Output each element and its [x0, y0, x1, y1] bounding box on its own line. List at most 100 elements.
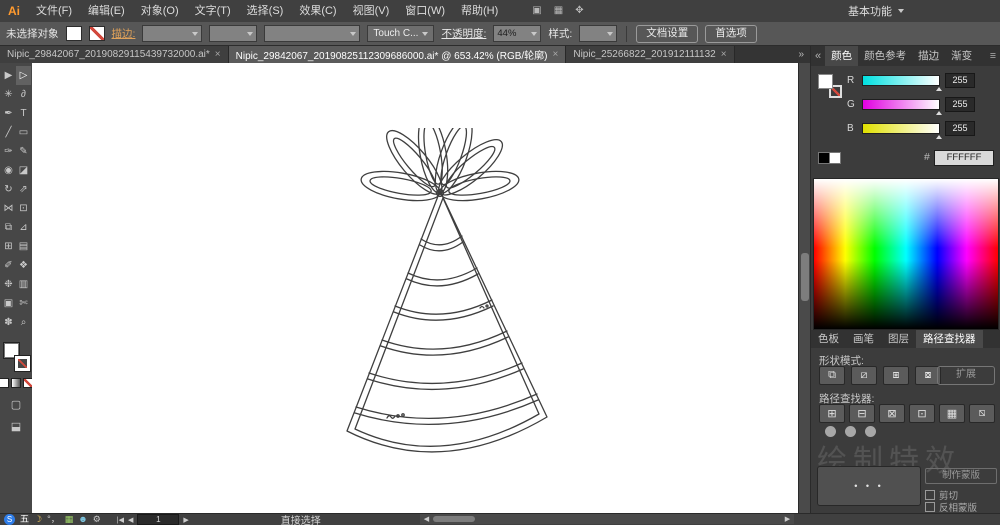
- punctuation-icon[interactable]: °，: [47, 514, 60, 525]
- cs-services-icon[interactable]: ✥: [575, 0, 583, 22]
- dock-tab-color-guide[interactable]: 颜色参考: [858, 46, 912, 66]
- document-tab[interactable]: Nipic_29842067_20190825112309686000.ai* …: [228, 46, 567, 63]
- variable-width-profile-dropdown[interactable]: [264, 25, 361, 42]
- artboard-tool[interactable]: ▣: [1, 294, 16, 313]
- minus-back-icon[interactable]: ⧅: [969, 404, 995, 423]
- prev-artboard-button[interactable]: ◀: [128, 516, 133, 524]
- stroke-color-swatch[interactable]: [88, 26, 105, 41]
- channel-value-field[interactable]: 255: [945, 120, 975, 136]
- menu-select[interactable]: 选择(S): [239, 0, 292, 22]
- next-artboard-button[interactable]: ▶: [183, 516, 188, 524]
- stroke-swatch[interactable]: [13, 355, 31, 372]
- width-tool[interactable]: ⋈: [1, 199, 16, 218]
- pen-tool[interactable]: ✒: [1, 104, 16, 123]
- workspace-switcher[interactable]: 基本功能: [848, 3, 904, 19]
- dock-tab-gradient[interactable]: 渐变: [945, 46, 978, 66]
- menu-object[interactable]: 对象(O): [133, 0, 187, 22]
- wubi-icon[interactable]: 五: [20, 514, 30, 525]
- zoom-tool[interactable]: ⌕: [16, 313, 31, 332]
- slider-marker-icon[interactable]: [936, 84, 942, 91]
- opacity-link[interactable]: 不透明度:: [441, 26, 486, 41]
- artboard-number-field[interactable]: 1: [137, 514, 180, 525]
- brush-definition-dropdown[interactable]: [209, 25, 258, 42]
- keyboard-icon[interactable]: ▦: [65, 514, 74, 525]
- wrench-icon[interactable]: ⚙: [93, 514, 101, 525]
- dock-tab-color[interactable]: 颜色: [825, 46, 859, 66]
- expand-button[interactable]: 扩展: [937, 366, 995, 385]
- moon-icon[interactable]: ☽: [34, 514, 42, 525]
- crop-icon[interactable]: ⊡: [909, 404, 935, 423]
- rotate-tool[interactable]: ↻: [1, 180, 16, 199]
- preferences-button[interactable]: 首选项: [705, 24, 757, 43]
- color-button[interactable]: [0, 378, 9, 388]
- artboard-canvas[interactable]: [32, 63, 798, 513]
- tab-overflow-icon[interactable]: »: [792, 46, 810, 63]
- sogou-icon[interactable]: S: [4, 514, 15, 525]
- unite-icon[interactable]: ⧉: [819, 366, 845, 385]
- blob-brush-tool[interactable]: ◉: [1, 161, 16, 180]
- trim-icon[interactable]: ⊟: [849, 404, 875, 423]
- slider-marker-icon[interactable]: [936, 108, 942, 115]
- symbol-sprayer-tool[interactable]: ❉: [1, 275, 16, 294]
- selection-tool[interactable]: ▶: [1, 66, 16, 85]
- screen-mode-button[interactable]: ⬓: [11, 420, 21, 433]
- magic-wand-tool[interactable]: ✳: [1, 85, 16, 104]
- panel-menu-icon[interactable]: ≡: [985, 50, 1000, 62]
- white-swatch[interactable]: [829, 152, 841, 164]
- merge-icon[interactable]: ⊠: [879, 404, 905, 423]
- gradient-button[interactable]: [11, 378, 21, 388]
- stroke-link[interactable]: 描边:: [112, 26, 136, 41]
- collapse-panels-icon[interactable]: «: [811, 50, 825, 62]
- draw-mode-button[interactable]: ▢: [11, 398, 21, 411]
- menu-effect[interactable]: 效果(C): [291, 0, 344, 22]
- hand-tool[interactable]: ✽: [1, 313, 16, 332]
- gradient-tool[interactable]: ▤: [16, 237, 31, 256]
- menu-type[interactable]: 文字(T): [187, 0, 239, 22]
- scroll-right-icon[interactable]: ▶: [781, 515, 794, 523]
- user-icon[interactable]: ☻: [78, 514, 87, 525]
- mask-thumbnail-box[interactable]: • • •: [817, 466, 921, 506]
- blend-tool[interactable]: ❖: [16, 256, 31, 275]
- panel-tab-swatches[interactable]: 色板: [811, 330, 846, 348]
- scroll-left-icon[interactable]: ◀: [420, 515, 433, 523]
- channel-slider[interactable]: [862, 74, 942, 91]
- menu-edit[interactable]: 编辑(E): [80, 0, 133, 22]
- color-spectrum[interactable]: [813, 178, 999, 330]
- stroke-weight-dropdown[interactable]: [142, 25, 203, 42]
- channel-slider[interactable]: [862, 122, 942, 139]
- panel-tab-layers[interactable]: 图层: [881, 330, 916, 348]
- horizontal-scrollbar[interactable]: ◀ ▶: [420, 514, 794, 524]
- invert-mask-option[interactable]: 反相蒙版: [925, 500, 977, 514]
- channel-value-field[interactable]: 255: [945, 72, 975, 88]
- type-tool[interactable]: T: [16, 104, 31, 123]
- line-segment-tool[interactable]: ╱: [1, 123, 16, 142]
- vertical-scrollbar-thumb[interactable]: [801, 253, 809, 301]
- shape-builder-tool[interactable]: ⧉: [1, 218, 16, 237]
- opacity-dropdown[interactable]: 44%: [493, 25, 542, 42]
- close-tab-icon[interactable]: ×: [215, 49, 221, 60]
- scale-tool[interactable]: ⇗: [16, 180, 31, 199]
- pencil-tool[interactable]: ✎: [16, 142, 31, 161]
- make-mask-button[interactable]: 制作蒙版: [925, 468, 997, 484]
- document-tab[interactable]: Nipic_29842067_20190829115439732000.ai* ×: [0, 46, 229, 63]
- clip-checkbox[interactable]: [925, 490, 935, 500]
- invert-mask-checkbox[interactable]: [925, 502, 935, 512]
- menu-file[interactable]: 文件(F): [28, 0, 80, 22]
- panel-tab-brushes[interactable]: 画笔: [846, 330, 881, 348]
- slice-tool[interactable]: ✄: [16, 294, 31, 313]
- direct-selection-tool[interactable]: ▷: [16, 66, 31, 85]
- document-setup-button[interactable]: 文档设置: [636, 24, 699, 43]
- dock-tab-stroke[interactable]: 描边: [912, 46, 945, 66]
- menu-window[interactable]: 窗口(W): [397, 0, 453, 22]
- free-transform-tool[interactable]: ⊡: [16, 199, 31, 218]
- touch-controls-button[interactable]: Touch C...: [367, 25, 435, 42]
- channel-slider[interactable]: [862, 98, 942, 115]
- column-graph-tool[interactable]: ▥: [16, 275, 31, 294]
- fill-swatch[interactable]: [818, 74, 833, 89]
- hex-value-field[interactable]: FFFFFF: [934, 150, 994, 166]
- workspace-grid-icon[interactable]: ▦: [554, 0, 563, 22]
- divide-icon[interactable]: ⊞: [819, 404, 845, 423]
- slider-marker-icon[interactable]: [936, 132, 942, 139]
- perspective-grid-tool[interactable]: ⊿: [16, 218, 31, 237]
- mesh-tool[interactable]: ⊞: [1, 237, 16, 256]
